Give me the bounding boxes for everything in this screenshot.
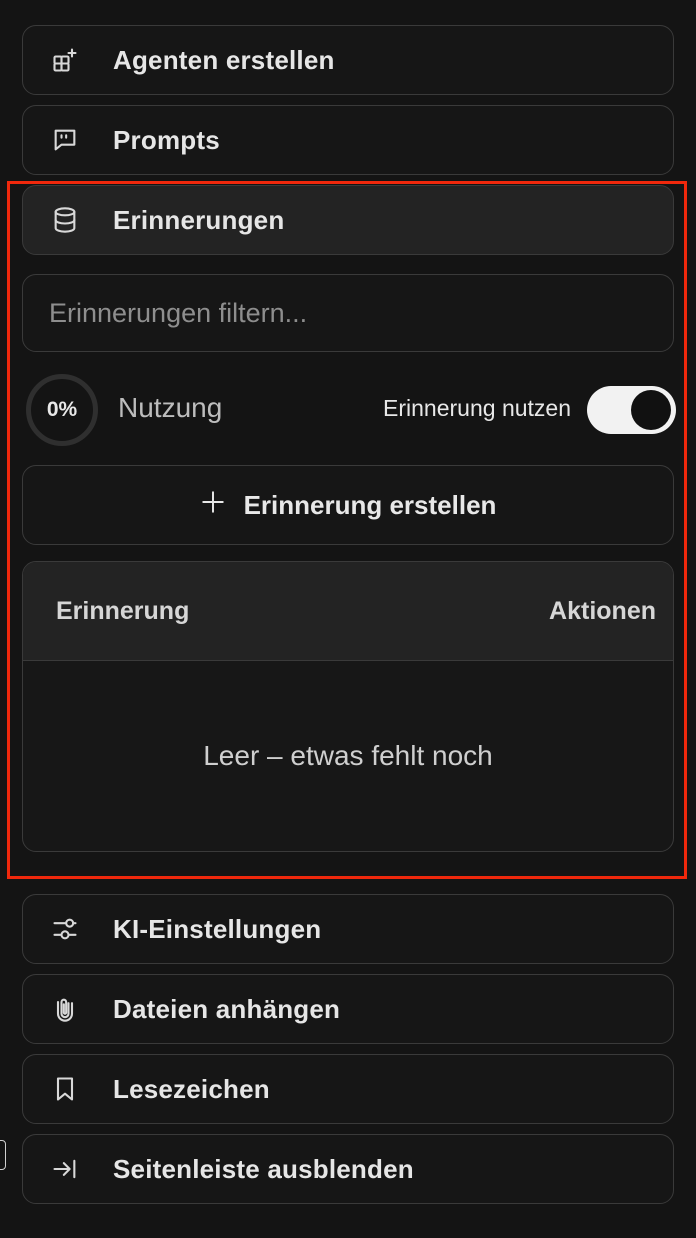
- sliders-icon: [51, 915, 79, 943]
- use-memory-toggle[interactable]: [587, 386, 676, 434]
- usage-percent: 0%: [46, 398, 78, 421]
- nav-item-create-agents[interactable]: Agenten erstellen: [22, 25, 674, 95]
- nav-item-memories[interactable]: Erinnerungen: [22, 185, 674, 255]
- plus-icon: [200, 485, 226, 521]
- toggle-knob: [631, 390, 671, 430]
- use-memory-toggle-label: Erinnerung nutzen: [383, 395, 571, 421]
- nav-item-bookmarks[interactable]: Lesezeichen: [22, 1054, 674, 1124]
- memories-filter-input[interactable]: [22, 274, 674, 352]
- nav-item-label: Lesezeichen: [113, 1073, 270, 1104]
- sidebar-panel: Agenten erstellen Prompts Erinnerungen 0…: [0, 0, 696, 1238]
- sidebar-edge-handle[interactable]: [0, 1140, 6, 1170]
- nav-item-label: Dateien anhängen: [113, 993, 341, 1024]
- nav-item-attach-files[interactable]: Dateien anhängen: [22, 974, 674, 1044]
- memories-table: Erinnerung Aktionen Leer – etwas fehlt n…: [22, 561, 674, 852]
- database-icon: [51, 206, 79, 234]
- table-empty-state: Leer – etwas fehlt noch: [203, 740, 493, 771]
- paperclip-icon: [51, 995, 79, 1023]
- usage-label: Nutzung: [118, 392, 223, 423]
- arrow-right-to-line-icon: [51, 1155, 79, 1183]
- nav-item-label: Agenten erstellen: [113, 44, 335, 75]
- nav-item-label: Erinnerungen: [113, 204, 285, 235]
- nav-item-prompts[interactable]: Prompts: [22, 105, 674, 175]
- nav-item-hide-sidebar[interactable]: Seitenleiste ausblenden: [22, 1134, 674, 1204]
- nav-item-label: Prompts: [113, 124, 220, 155]
- nav-item-label: KI-Einstellungen: [113, 913, 322, 944]
- usage-progress-ring: 0%: [26, 374, 98, 446]
- nav-item-ai-settings[interactable]: KI-Einstellungen: [22, 894, 674, 964]
- bookmark-icon: [51, 1075, 79, 1103]
- column-header-actions: Aktionen: [549, 597, 656, 625]
- blocks-plus-icon: [51, 46, 79, 74]
- create-memory-button[interactable]: Erinnerung erstellen: [22, 465, 674, 545]
- nav-item-label: Seitenleiste ausblenden: [113, 1153, 414, 1184]
- create-memory-label: Erinnerung erstellen: [243, 489, 497, 520]
- message-quote-icon: [51, 126, 79, 154]
- column-header-memory: Erinnerung: [56, 597, 190, 625]
- table-header: Erinnerung Aktionen: [23, 562, 673, 661]
